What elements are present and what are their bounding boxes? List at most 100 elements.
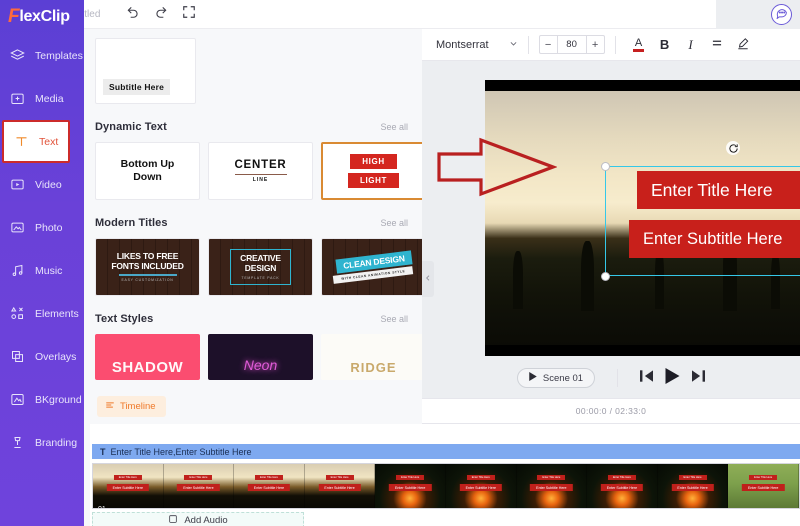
sidebar-item-background[interactable]: BKground	[0, 378, 84, 421]
see-all-link-modern-titles[interactable]: See all	[380, 218, 408, 228]
canvas-title-text[interactable]: Enter Title Here	[637, 171, 800, 209]
timeline-thumbnail[interactable]: Enter Title Here Enter Subtitle Here	[375, 464, 446, 508]
undo-button[interactable]	[122, 3, 144, 25]
resize-handle-top-left[interactable]	[601, 162, 610, 171]
sidebar-item-templates[interactable]: Templates	[0, 34, 84, 77]
card-line-2: DESIGN	[244, 263, 277, 273]
red-arrow-annotation	[437, 137, 557, 197]
logo-text: lexClip	[19, 8, 70, 25]
thumb-subtitle: Enter Subtitle Here	[671, 484, 714, 491]
timeline-ruler[interactable]	[90, 424, 800, 442]
highlight-button[interactable]	[730, 34, 756, 56]
card-line-1: CREATIVE	[240, 253, 281, 264]
card-label: SHADOW	[111, 358, 184, 376]
sidebar-item-video[interactable]: Video	[0, 163, 84, 206]
templates-icon	[9, 47, 26, 64]
section-title: Text Styles	[95, 312, 154, 325]
top-toolbar: 16:9 Untitled	[0, 0, 716, 29]
text-style-card-ridge[interactable]: RIDGE	[321, 334, 422, 380]
card-line-2: LINE	[252, 177, 269, 183]
align-button[interactable]	[704, 34, 730, 56]
see-all-link-dynamic-text[interactable]: See all	[380, 122, 408, 132]
dynamic-text-card-center-line[interactable]: CENTER LINE	[208, 142, 313, 200]
font-size-stepper[interactable]: − 80 +	[538, 35, 605, 54]
add-audio-button[interactable]: Add Audio	[92, 512, 304, 526]
fullscreen-button[interactable]	[178, 3, 200, 25]
card-line-2: Down	[133, 171, 162, 183]
timeline-thumbnail[interactable]: Enter Title Here Enter Subtitle Here	[304, 464, 376, 508]
skip-next-button[interactable]	[692, 369, 706, 387]
thumb-title: Enter Title Here	[466, 475, 495, 480]
subtitle-template-card[interactable]: Subtitle Here	[95, 38, 196, 104]
sidebar-item-label: Music	[35, 264, 63, 277]
canvas-subtitle-text[interactable]: Enter Subtitle Here	[629, 220, 800, 258]
modern-title-card-creative-design[interactable]: CREATIVE DESIGN TEMPLATE PACK	[208, 238, 313, 296]
font-color-button[interactable]: A	[626, 34, 652, 56]
timeline-thumbnail[interactable]: Enter Title Here Enter Subtitle Here	[728, 464, 799, 508]
skip-previous-button[interactable]	[640, 369, 654, 387]
font-family-select[interactable]: Montserrat	[436, 39, 518, 51]
clip-number-badge: 01	[98, 506, 106, 508]
redo-button[interactable]	[150, 3, 172, 25]
timeline-thumbnail[interactable]: Enter Title Here Enter Subtitle Here	[587, 464, 658, 508]
sidebar-item-text[interactable]: Text	[2, 120, 70, 163]
card-line-2: LIGHT	[348, 173, 399, 188]
format-toolbar: Montserrat − 80 + A B I	[422, 29, 800, 61]
thumb-title: Enter Title Here	[678, 475, 707, 480]
dynamic-text-card-highlight[interactable]: HIGH LIGHT	[321, 142, 422, 200]
undo-icon	[126, 5, 140, 24]
text-icon: T	[100, 446, 106, 457]
timeline-thumbnail[interactable]: Enter Title Here Enter Subtitle Here	[163, 464, 235, 508]
sidebar-item-photo[interactable]: Photo	[0, 206, 84, 249]
modern-titles-card-row: LIKES TO FREE FONTS INCLUDED EASY CUSTOMI…	[84, 238, 422, 296]
font-color-letter: A	[634, 36, 643, 49]
modern-title-card-clean-design[interactable]: CLEAN DESIGN WITH CLEAN ANIMATION STYLE	[321, 238, 422, 296]
dynamic-text-card-row: Bottom Up Down CENTER LINE HIGH LIGHT	[84, 142, 422, 200]
timeline-thumbnail[interactable]: Enter Title Here Enter Subtitle Here	[516, 464, 588, 508]
thumb-title: Enter Title Here	[325, 475, 354, 480]
background-icon	[9, 391, 26, 408]
sidebar-item-label: Elements	[35, 307, 79, 320]
font-size-increase-button[interactable]: +	[587, 39, 604, 51]
overlays-icon	[9, 348, 26, 365]
timeline-thumbnail[interactable]: Enter Title Here Enter Subtitle Here	[445, 464, 517, 508]
sidebar-item-elements[interactable]: Elements	[0, 292, 84, 335]
chat-support-button[interactable]	[771, 4, 792, 25]
sidebar-item-branding[interactable]: Branding	[0, 421, 84, 464]
dynamic-text-card-bottom-up-down[interactable]: Bottom Up Down	[95, 142, 200, 200]
timeline-thumbnail[interactable]: Enter Title Here Enter Subtitle Here	[234, 464, 305, 508]
scene-label: Scene 01	[542, 372, 584, 384]
modern-title-card-fonts-included[interactable]: LIKES TO FREE FONTS INCLUDED EASY CUSTOMI…	[95, 238, 200, 296]
sidebar-item-media[interactable]: Media	[0, 77, 84, 120]
resize-handle-bottom-left[interactable]	[601, 272, 610, 281]
player-controls: Scene 01	[422, 361, 800, 395]
timeline-video-track[interactable]: Enter Title Here Enter Subtitle Here 01 …	[92, 463, 800, 509]
see-all-link-text-styles[interactable]: See all	[380, 314, 408, 324]
sidebar-item-overlays[interactable]: Overlays	[0, 335, 84, 378]
play-button[interactable]	[665, 367, 680, 389]
video-canvas[interactable]: Enter Title Here Enter Subtitle Here	[485, 80, 800, 356]
timeline-thumbnail[interactable]: Enter Title Here Enter Subtitle Here 01	[93, 464, 164, 508]
preview-stage: Enter Title Here Enter Subtitle Here	[422, 61, 800, 361]
italic-button[interactable]: I	[678, 34, 704, 56]
bold-button[interactable]: B	[652, 34, 678, 56]
card-subtext: TEMPLATE PACK	[241, 275, 280, 280]
font-size-decrease-button[interactable]: −	[540, 39, 557, 51]
thumb-title: Enter Title Here	[184, 475, 213, 480]
text-style-card-shadow[interactable]: SHADOW	[95, 334, 200, 380]
divider	[617, 369, 619, 387]
panel-collapse-button[interactable]	[422, 261, 434, 297]
rotate-icon[interactable]	[726, 141, 740, 155]
card-line-1: LIKES TO FREE	[116, 250, 179, 261]
chevron-left-icon	[424, 273, 432, 285]
sidebar-item-music[interactable]: Music	[0, 249, 84, 292]
scene-selector-button[interactable]: Scene 01	[516, 368, 596, 388]
thumb-subtitle: Enter Subtitle Here	[318, 484, 361, 491]
timeline-thumbnail[interactable]: Enter Title Here Enter Subtitle Here	[657, 464, 729, 508]
play-icon	[665, 367, 680, 389]
timeline-toggle-button[interactable]: Timeline	[97, 396, 166, 417]
timeline-text-track[interactable]: T Enter Title Here,Enter Subtitle Here	[92, 444, 800, 459]
text-style-card-neon[interactable]: Neon	[208, 334, 313, 380]
app-logo[interactable]: FlexClip	[0, 0, 84, 34]
font-size-value[interactable]: 80	[556, 36, 587, 53]
